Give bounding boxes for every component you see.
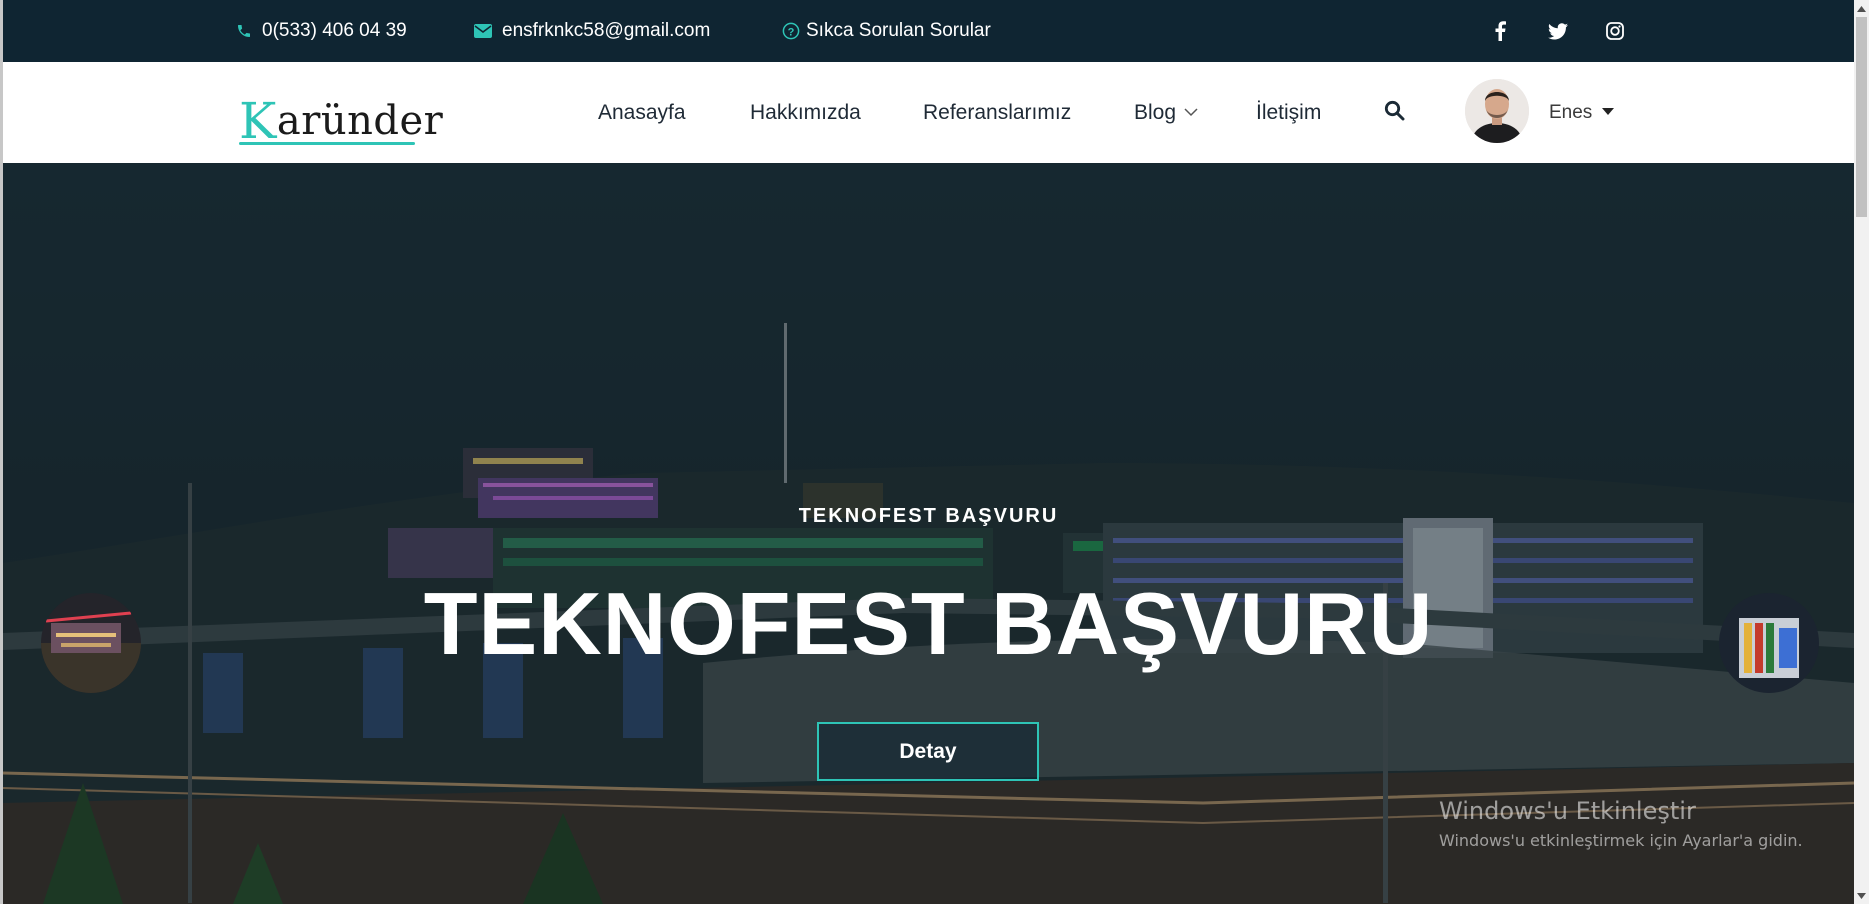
caret-down-icon [1602, 108, 1615, 115]
facebook-icon [1494, 21, 1506, 41]
envelope-icon [474, 24, 492, 38]
question-circle-icon: ? [782, 22, 800, 40]
watermark-subtitle: Windows'u etkinleştirmek için Ayarlar'a … [1439, 831, 1803, 850]
email-address: ensfrknkc58@gmail.com [502, 20, 711, 41]
nav-item-anasayfa[interactable]: Anasayfa [598, 62, 686, 163]
nav-label: Referanslarımız [923, 100, 1072, 124]
watermark-title: Windows'u Etkinleştir [1439, 797, 1696, 825]
site-logo[interactable]: Karünder [239, 84, 444, 150]
detail-button[interactable]: Detay [817, 722, 1039, 781]
nav-item-hakkimizda[interactable]: Hakkımızda [750, 62, 861, 163]
twitter-icon [1548, 22, 1568, 40]
scroll-up-arrow-icon[interactable] [1854, 0, 1869, 17]
nav-label: Anasayfa [598, 100, 686, 124]
search-icon [1384, 100, 1405, 125]
faq-label: Sıkca Sorulan Sorular [806, 20, 991, 41]
phone-contact[interactable]: 0(533) 406 04 39 [236, 0, 407, 62]
chevron-down-icon [1184, 108, 1198, 117]
phone-icon [236, 23, 252, 39]
search-button[interactable] [1384, 100, 1405, 126]
logo-text: Karünder [239, 92, 444, 150]
hero-subtitle: TEKNOFEST BAŞVURU [798, 505, 1059, 527]
user-dropdown[interactable]: Enes [1549, 62, 1615, 163]
window-left-edge [0, 0, 3, 904]
nav-label: Hakkımızda [750, 100, 861, 124]
facebook-link[interactable] [1494, 0, 1506, 62]
top-info-bar: 0(533) 406 04 39 ensfrknkc58@gmail.com ?… [3, 0, 1854, 62]
nav-item-blog[interactable]: Blog [1134, 62, 1198, 163]
faq-link[interactable]: ? Sıkca Sorulan Sorular [782, 0, 991, 62]
twitter-link[interactable] [1548, 0, 1568, 62]
scroll-down-arrow-icon[interactable] [1854, 887, 1869, 904]
page-scrollbar[interactable] [1854, 0, 1869, 904]
svg-text:?: ? [788, 26, 795, 38]
scrollbar-thumb[interactable] [1856, 17, 1867, 217]
instagram-icon [1606, 22, 1624, 40]
hero-overlay [3, 163, 1854, 904]
avatar[interactable] [1465, 79, 1529, 143]
phone-number: 0(533) 406 04 39 [262, 20, 407, 41]
hero-slider: TEKNOFEST BAŞVURU TEKNOFEST BAŞVURU Deta… [3, 163, 1854, 904]
email-contact[interactable]: ensfrknkc58@gmail.com [474, 0, 710, 62]
main-navbar: Karünder Anasayfa Hakkımızda Referanslar… [3, 62, 1854, 163]
instagram-link[interactable] [1606, 0, 1624, 62]
user-name: Enes [1549, 101, 1593, 123]
windows-activation-watermark: Windows'u Etkinleştir Windows'u etkinleş… [1439, 797, 1803, 850]
logo-rest: aründer [276, 98, 444, 144]
nav-label: İletişim [1256, 100, 1322, 124]
nav-item-referanslarimiz[interactable]: Referanslarımız [923, 62, 1071, 163]
nav-label: Blog [1134, 100, 1177, 124]
hero-title: TEKNOFEST BAŞVURU [423, 574, 1434, 673]
nav-item-iletisim[interactable]: İletişim [1256, 62, 1321, 163]
logo-underline [239, 142, 415, 145]
